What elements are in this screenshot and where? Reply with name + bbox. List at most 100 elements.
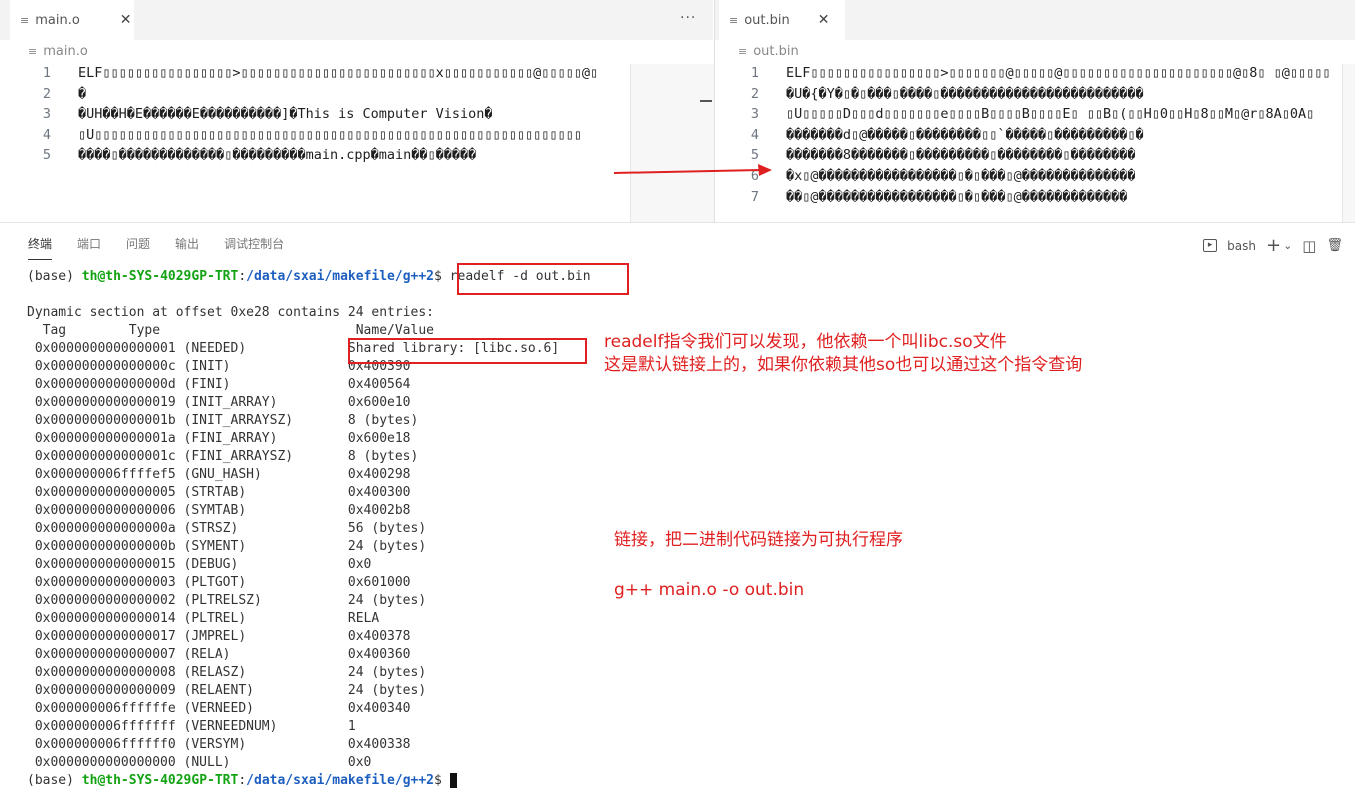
tab-terminal[interactable]: 终端 — [28, 235, 53, 260]
cwd-path: /data/sxai/makefile/g++2 — [246, 773, 435, 788]
dynamic-entry: 0x0000000000000008 (RELASZ) 24 (bytes) — [27, 665, 427, 680]
dynamic-entry: 0x0000000000000019 (INIT_ARRAY) 0x600e10 — [27, 395, 411, 410]
dynamic-entry: 0x0000000000000014 (PLTREL) RELA — [27, 611, 380, 626]
dynamic-entry: 0x000000006fffffff (VERNEEDNUM) 1 — [27, 719, 356, 734]
scrollbar-thumb[interactable] — [700, 100, 712, 102]
tab-problems[interactable]: 问题 — [126, 235, 150, 259]
line-number: 4 — [42, 126, 51, 143]
line-text: �������8�������▯���������▯��������▯�����… — [786, 147, 1136, 164]
code-line[interactable]: 2 �U�{�Y�▯�▯���▯����▯��������������������… — [715, 84, 1340, 105]
tab-label: out.bin — [744, 12, 790, 28]
annotation-readelf-detail: 这是默认链接上的，如果你依赖其他so也可以通过这个指令查询 — [604, 355, 1083, 375]
user-host: th@th-SYS-4029GP-TRT — [81, 269, 239, 284]
line-number: 4 — [750, 126, 759, 143]
dynamic-entry: 0x0000000000000006 (SYMTAB) 0x4002b8 — [27, 503, 411, 518]
highlight-command-box — [457, 263, 629, 295]
dynamic-entry: 0x0000000000000002 (PLTRELSZ) 24 (bytes) — [27, 593, 427, 608]
code-line[interactable]: 6 �x▯@�����������������▯�▯���▯@����������… — [715, 166, 1340, 187]
cwd-path: /data/sxai/makefile/g++2 — [246, 269, 435, 284]
tab-out-bin[interactable]: ≡ out.bin ✕ — [719, 0, 845, 40]
minimap[interactable] — [1342, 64, 1355, 222]
breadcrumb-label: main.o — [43, 44, 88, 59]
line-text: �U�{�Y�▯�▯���▯����▯���������������������… — [786, 85, 1144, 102]
tab-ports[interactable]: 端口 — [77, 235, 101, 259]
breadcrumb[interactable]: ≡ main.o — [28, 44, 88, 59]
file-icon: ≡ — [738, 45, 748, 58]
more-actions-button[interactable]: ··· — [680, 10, 696, 26]
annotation-gpp-command: g++ main.o -o out.bin — [614, 580, 805, 600]
left-tab-bar: ≡ main.o ✕ ··· — [0, 0, 713, 40]
line-text: �������d▯@�����▯��������▯▯`�����▯�������… — [786, 126, 1144, 143]
dynamic-entry: 0x0000000000000005 (STRTAB) 0x400300 — [27, 485, 411, 500]
line-number: 5 — [42, 147, 51, 164]
code-line[interactable]: 1 ELF▯▯▯▯▯▯▯▯▯▯▯▯▯▯▯▯>▯▯▯▯▯▯▯@▯▯▯▯▯@▯▯▯▯… — [715, 63, 1340, 84]
tab-main-o[interactable]: ≡ main.o ✕ — [10, 0, 134, 40]
code-line[interactable]: 5 �������8�������▯���������▯��������▯����… — [715, 145, 1340, 166]
terminal-panel: 终端 端口 问题 输出 调试控制台 ▸ bash + ⌄ ◫ 🗑 (base) … — [0, 222, 1355, 798]
arrow-annotation — [613, 164, 772, 176]
code-line[interactable]: 4 �������d▯@�����▯��������▯▯`�����▯������… — [715, 125, 1340, 146]
tab-label: main.o — [35, 12, 80, 28]
file-icon: ≡ — [28, 45, 38, 58]
highlight-needed-box — [348, 338, 587, 364]
line-number: 7 — [750, 188, 759, 205]
line-text: ELF▯▯▯▯▯▯▯▯▯▯▯▯▯▯▯▯>▯▯▯▯▯▯▯▯▯▯▯▯▯▯▯▯▯▯▯▯… — [78, 65, 599, 81]
line-text: ��▯@�����������������▯�▯���▯@�����������… — [786, 188, 1128, 205]
dynamic-entry: 0x0000000000000000 (NULL) 0x0 — [27, 755, 372, 770]
tab-debug-console[interactable]: 调试控制台 — [224, 235, 284, 259]
file-icon: ≡ — [20, 13, 30, 27]
prompt-prefix: (base) — [27, 269, 82, 284]
split-terminal-icon[interactable]: ◫ — [1302, 237, 1316, 255]
annotation-link: 链接，把二进制代码链接为可执行程序 — [614, 530, 903, 550]
tab-output[interactable]: 输出 — [175, 235, 199, 259]
file-icon: ≡ — [729, 13, 739, 27]
dynamic-entry: 0x000000000000001c (FINI_ARRAYSZ) 8 (byt… — [27, 449, 419, 464]
terminal-icon: ▸ — [1203, 239, 1218, 252]
line-number: 2 — [42, 85, 51, 102]
code-line[interactable]: 3 �UH��H�E������E����������]�This is Comp… — [0, 104, 630, 125]
shell-label[interactable]: bash — [1227, 239, 1256, 253]
close-icon[interactable]: ✕ — [120, 12, 132, 28]
code-line[interactable]: 3 ▯U▯▯▯▯▯D▯▯▯d▯▯▯▯▯▯▯e▯▯▯▯B▯▯▯▯B▯▯▯▯E▯ ▯▯… — [715, 104, 1340, 125]
code-line[interactable]: 1 ELF▯▯▯▯▯▯▯▯▯▯▯▯▯▯▯▯>▯▯▯▯▯▯▯▯▯▯▯▯▯▯▯▯▯▯… — [0, 63, 630, 84]
code-line[interactable]: 5 ����▯�������������▯���������main.cpp�ma… — [0, 145, 630, 166]
line-number: 2 — [750, 85, 759, 102]
panel-tabs: 终端 端口 问题 输出 调试控制台 — [28, 235, 309, 260]
code-line[interactable]: 4 ▯U▯▯▯▯▯▯▯▯▯▯▯▯▯▯▯▯▯▯▯▯▯▯▯▯▯▯▯▯▯▯▯▯▯▯▯▯▯… — [0, 125, 630, 146]
prompt-line: (base) th@th-SYS-4029GP-TRT:/data/sxai/m… — [27, 772, 591, 790]
breadcrumb[interactable]: ≡ out.bin — [738, 44, 799, 59]
dynamic-entry: 0x0000000000000017 (JMPREL) 0x400378 — [27, 629, 411, 644]
dynamic-entry: 0x000000000000000a (STRSZ) 56 (bytes) — [27, 521, 427, 536]
dynamic-entry: 0x0000000000000015 (DEBUG) 0x0 — [27, 557, 372, 572]
line-text: �x▯@�����������������▯�▯���▯@�����������… — [786, 167, 1136, 184]
minimap[interactable] — [630, 64, 714, 222]
code-line[interactable]: 7 ��▯@�����������������▯�▯���▯@����������… — [715, 187, 1340, 208]
dynamic-entry: 0x0000000000000007 (RELA) 0x400360 — [27, 647, 411, 662]
dynamic-entry: 0x0000000000000003 (PLTGOT) 0x601000 — [27, 575, 411, 590]
trash-icon[interactable]: 🗑 — [1326, 238, 1343, 253]
prompt-dollar: $ — [434, 773, 450, 788]
dynamic-entry: 0x000000006ffffffe (VERNEED) 0x400340 — [27, 701, 411, 716]
right-code-view[interactable]: 1 ELF▯▯▯▯▯▯▯▯▯▯▯▯▯▯▯▯>▯▯▯▯▯▯▯@▯▯▯▯▯@▯▯▯▯… — [715, 63, 1340, 213]
right-tab-bar: ≡ out.bin ✕ — [715, 0, 1355, 40]
left-code-view[interactable]: 1 ELF▯▯▯▯▯▯▯▯▯▯▯▯▯▯▯▯>▯▯▯▯▯▯▯▯▯▯▯▯▯▯▯▯▯▯… — [0, 63, 630, 213]
dynamic-entry: 0x000000006ffffef5 (GNU_HASH) 0x400298 — [27, 467, 411, 482]
prompt-prefix: (base) — [27, 773, 82, 788]
dynamic-entry: 0x000000000000000d (FINI) 0x400564 — [27, 377, 411, 392]
line-number: 1 — [750, 65, 759, 81]
close-icon[interactable]: ✕ — [818, 12, 830, 28]
annotation-readelf: readelf指令我们可以发现，他依赖一个叫libc.so文件 — [604, 332, 1007, 352]
code-line[interactable]: 2 � — [0, 84, 630, 105]
prompt-dollar: $ — [434, 269, 450, 284]
line-number: 3 — [750, 106, 759, 123]
user-host: th@th-SYS-4029GP-TRT — [81, 773, 239, 788]
breadcrumb-label: out.bin — [753, 44, 799, 59]
entries-list: 0x0000000000000001 (NEEDED) Shared libra… — [27, 340, 591, 772]
new-terminal-button[interactable]: + — [1266, 235, 1281, 256]
panel-actions: ▸ bash + ⌄ ◫ 🗑 — [1203, 235, 1343, 256]
chevron-down-icon[interactable]: ⌄ — [1283, 239, 1292, 252]
dynamic-entry: 0x000000006ffffff0 (VERSYM) 0x400338 — [27, 737, 411, 752]
dynamic-entry: 0x000000000000000b (SYMENT) 24 (bytes) — [27, 539, 427, 554]
line-text: ▯U▯▯▯▯▯D▯▯▯d▯▯▯▯▯▯▯e▯▯▯▯B▯▯▯▯B▯▯▯▯E▯ ▯▯B… — [786, 106, 1315, 123]
dynamic-section-header: Dynamic section at offset 0xe28 contains… — [27, 305, 434, 320]
